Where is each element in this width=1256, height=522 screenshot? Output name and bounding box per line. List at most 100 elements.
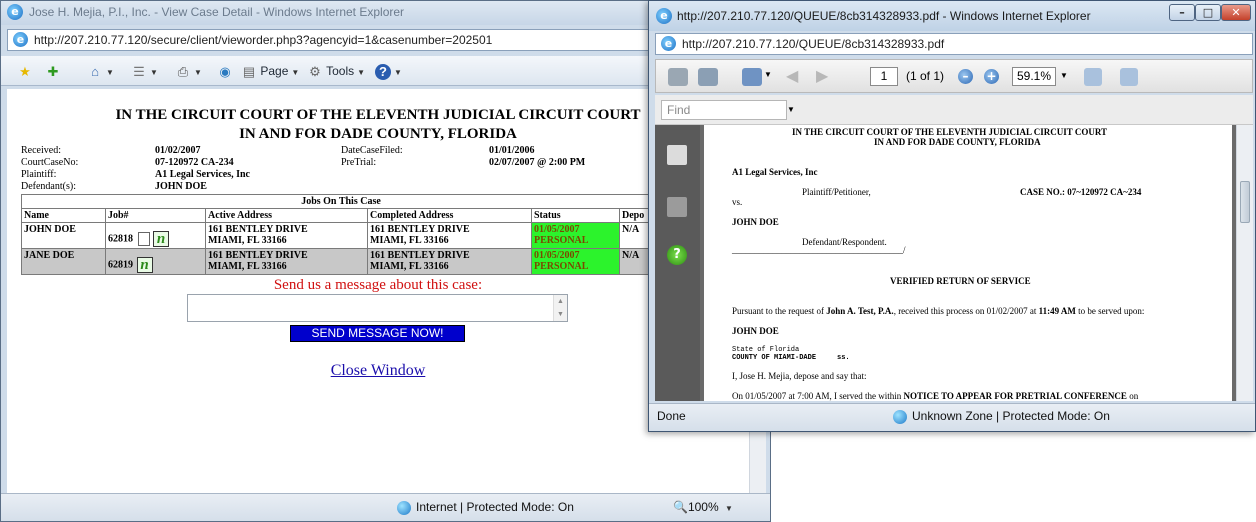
pdf-window-titlebar[interactable]: e http://207.210.77.120/QUEUE/8cb3143289…: [649, 1, 1255, 31]
email-caret-icon[interactable]: ▼: [764, 70, 772, 79]
defendant-label: Defendant(s):: [21, 181, 76, 192]
pdf-zone: Unknown Zone | Protected Mode: On: [893, 404, 1110, 428]
cell-job: 62818 n: [105, 222, 206, 249]
pages-icon[interactable]: [667, 145, 687, 165]
pdf-notice: NOTICE TO APPEAR FOR PRETRIAL CONFERENCE: [903, 391, 1127, 401]
cell-active-address: 161 BENTLEY DRIVE MIAMI, FL 33166: [205, 248, 368, 275]
help-icon[interactable]: ? ▼: [375, 62, 402, 80]
save-icon[interactable]: [698, 68, 718, 86]
received-label: Received:: [21, 145, 61, 156]
close-button[interactable]: ✕: [1221, 4, 1251, 21]
find-input[interactable]: Find: [661, 100, 787, 120]
pdf-case-no: CASE NO.: 07~120972 CA~234: [1020, 187, 1142, 197]
pdf-text: to be served upon:: [1075, 306, 1145, 316]
pdf-text: Pursuant to the request of: [732, 306, 827, 316]
message-textarea[interactable]: ▲ ▼: [187, 294, 568, 322]
cell-completed-address: 161 BENTLEY DRIVE MIAMI, FL 33166: [367, 248, 532, 275]
minimize-button[interactable]: –: [1169, 4, 1195, 21]
pdf-text: on: [1126, 391, 1139, 401]
pdf-defendant: JOHN DOE: [732, 217, 779, 227]
datefiled-value: 01/01/2006: [489, 145, 535, 156]
zoom-out-icon[interactable]: –: [958, 69, 973, 84]
courtcase-label: CourtCaseNo:: [21, 157, 79, 168]
pdf-address-bar[interactable]: e http://207.210.77.120/QUEUE/8cb3143289…: [655, 33, 1253, 55]
col-active-address: Active Address: [205, 208, 368, 223]
zoom-level: 100%: [687, 500, 719, 514]
pdf-attorney: John A. Test, P.A.: [826, 306, 894, 316]
active-address-line2: MIAMI, FL 33166: [208, 235, 287, 246]
ie-logo-icon: e: [656, 8, 672, 24]
print-icon[interactable]: ⎙ ▼: [175, 62, 202, 80]
feeds-icon[interactable]: ☰ ▼: [131, 62, 158, 80]
pdf-court-title2: IN AND FOR DADE COUNTY, FLORIDA: [874, 137, 1041, 147]
cell-status: 01/05/2007 PERSONAL: [531, 248, 620, 275]
notes-n-icon[interactable]: n: [153, 231, 169, 247]
pdf-text: On 01/05/2007 at 7:00 AM, I served the w…: [732, 391, 904, 401]
fit-width-icon[interactable]: [1084, 68, 1102, 86]
court-title-line1: IN THE CIRCUIT COURT OF THE ELEVENTH JUD…: [115, 107, 641, 123]
add-favorites-icon[interactable]: ✚: [45, 62, 61, 80]
globe-icon: [397, 500, 411, 515]
pdf-depose-line: I, Jose H. Mejia, depose and say that:: [732, 371, 867, 381]
pdf-scroll-thumb[interactable]: [1240, 181, 1250, 223]
research-icon[interactable]: ◉: [217, 62, 233, 80]
pdf-toolbar: ▼ ◀ ▶ 1 (1 of 1) – + 59.1% ▼: [655, 59, 1253, 93]
page-menu[interactable]: ▤ Page ▼: [241, 62, 299, 80]
zoom-in-icon[interactable]: +: [984, 69, 999, 84]
page-count: (1 of 1): [906, 69, 945, 83]
zoom-control[interactable]: 🔍100% ▼: [673, 494, 733, 522]
tools-menu[interactable]: ⚙ Tools ▼: [307, 62, 365, 80]
status-type: PERSONAL: [534, 261, 589, 272]
back-url: http://207.210.77.120/secure/client/view…: [34, 33, 493, 47]
active-address-line1: 161 BENTLEY DRIVE: [208, 224, 308, 235]
plaintiff-label: Plaintiff:: [21, 169, 57, 180]
pdf-side-panel: ?: [655, 125, 700, 401]
completed-address-line2: MIAMI, FL 33166: [370, 261, 449, 272]
cell-job: 62819 n: [105, 248, 206, 275]
print-icon[interactable]: [668, 68, 688, 86]
document-icon[interactable]: [137, 232, 150, 246]
page-icon: e: [13, 32, 28, 47]
col-name: Name: [21, 208, 106, 223]
next-page-icon[interactable]: ▶: [816, 66, 828, 86]
completed-address-line2: MIAMI, FL 33166: [370, 235, 449, 246]
attachments-icon[interactable]: [667, 197, 687, 217]
send-message-button[interactable]: SEND MESSAGE NOW!: [290, 325, 465, 342]
cell-active-address: 161 BENTLEY DRIVE MIAMI, FL 33166: [205, 222, 368, 249]
pdf-vertical-scrollbar[interactable]: [1236, 125, 1253, 401]
email-icon[interactable]: [742, 68, 762, 86]
pretrial-value: 02/07/2007 @ 2:00 PM: [489, 157, 586, 168]
received-value: 01/02/2007: [155, 145, 201, 156]
back-zone: Internet | Protected Mode: On: [397, 494, 574, 520]
home-icon[interactable]: ⌂ ▼: [87, 62, 114, 80]
find-caret-icon[interactable]: ▼: [787, 105, 795, 114]
jobs-caption: Jobs On This Case: [21, 194, 661, 209]
help-icon[interactable]: ?: [667, 245, 687, 265]
previous-page-icon[interactable]: ◀: [786, 66, 798, 86]
completed-address-line1: 161 BENTLEY DRIVE: [370, 224, 470, 235]
zoom-icon: 🔍: [673, 500, 688, 514]
status-type: PERSONAL: [534, 235, 589, 246]
pdf-heading: VERIFIED RETURN OF SERVICE: [890, 276, 1031, 286]
textarea-scrollbar[interactable]: ▲ ▼: [553, 295, 567, 321]
pdf-county: COUNTY OF MIAMI-DADE ss.: [732, 354, 850, 362]
maximize-button[interactable]: □: [1195, 4, 1221, 21]
zoom-caret-icon[interactable]: ▼: [1060, 71, 1068, 80]
close-window-link[interactable]: Close Window: [7, 362, 749, 380]
cell-name: JANE DOE: [21, 248, 106, 275]
active-address-line2: MIAMI, FL 33166: [208, 261, 287, 272]
favorites-star-icon[interactable]: ★: [17, 62, 33, 80]
zoom-input[interactable]: 59.1%: [1012, 67, 1056, 86]
cell-completed-address: 161 BENTLEY DRIVE MIAMI, FL 33166: [367, 222, 532, 249]
table-row: JANE DOE 62819 n 161 BENTLEY DRIVE MIAMI…: [21, 248, 661, 275]
back-page-content: IN THE CIRCUIT COURT OF THE ELEVENTH JUD…: [7, 89, 749, 493]
ie-logo-icon: e: [7, 4, 23, 20]
fit-page-icon[interactable]: [1120, 68, 1138, 86]
page-number-input[interactable]: 1: [870, 67, 898, 86]
page-icon: e: [661, 36, 676, 51]
pdf-vs: vs.: [732, 197, 743, 207]
pdf-browser-window: e http://207.210.77.120/QUEUE/8cb3143289…: [648, 0, 1256, 432]
page-menu-label: Page: [260, 64, 289, 78]
pdf-time: 11:49 AM: [1038, 306, 1076, 316]
notes-n-icon[interactable]: n: [136, 257, 153, 273]
